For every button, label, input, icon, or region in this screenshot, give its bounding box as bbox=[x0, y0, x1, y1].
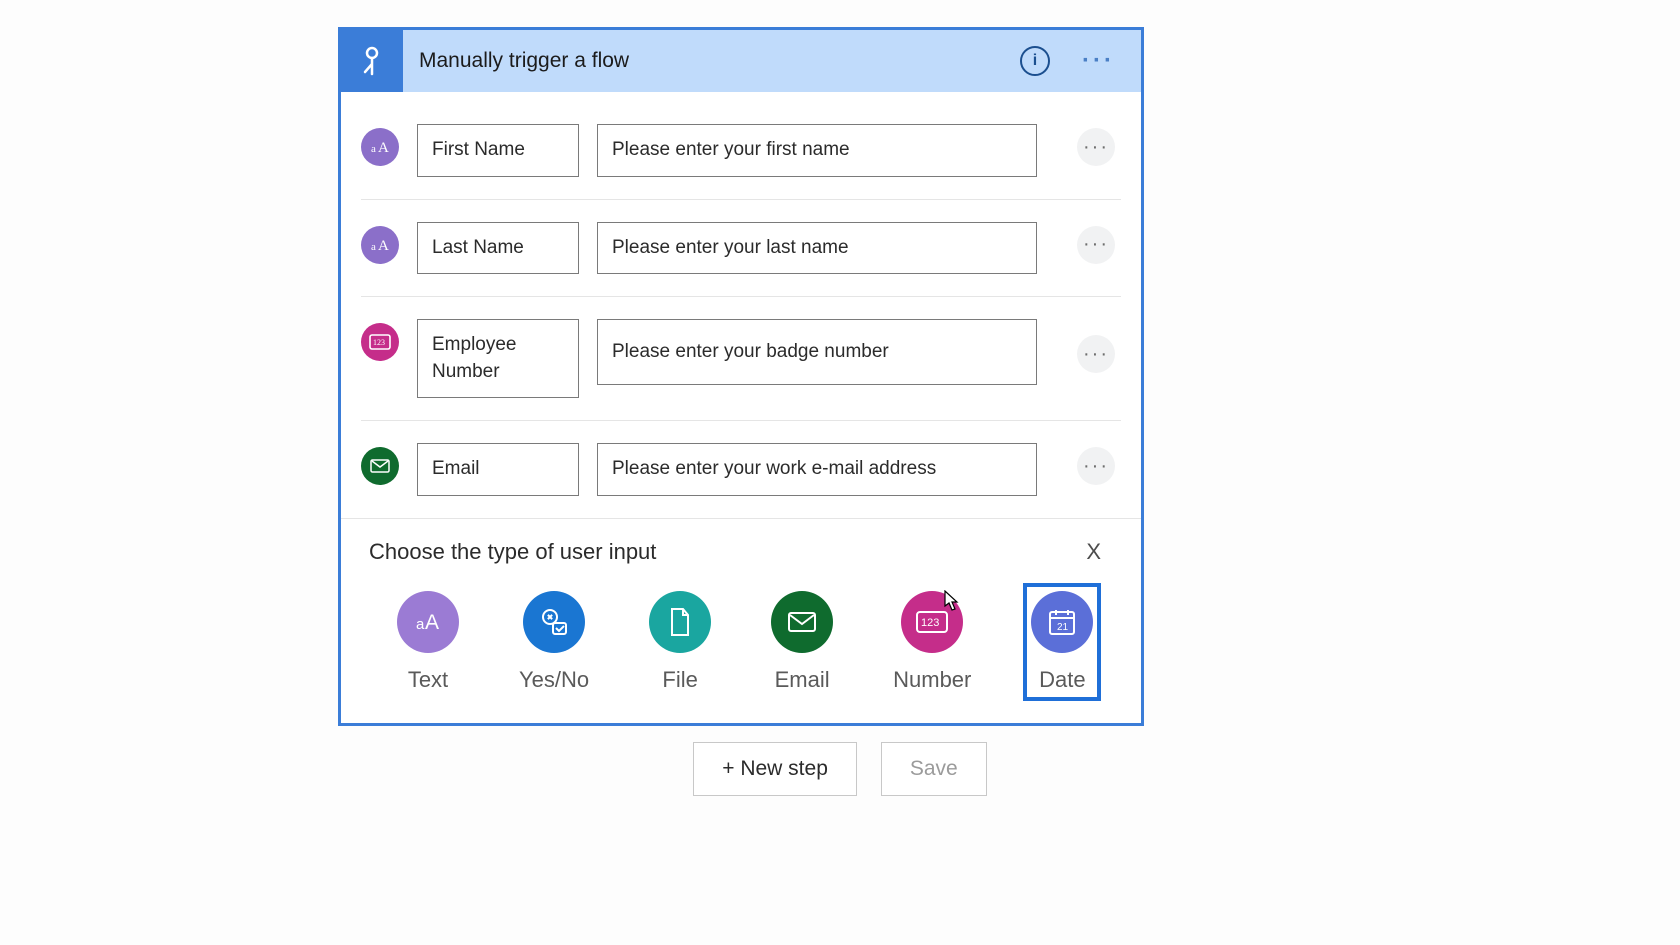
info-button[interactable]: i bbox=[1020, 46, 1050, 76]
picker-option-label: Yes/No bbox=[519, 667, 589, 693]
number-type-icon: 123 bbox=[361, 323, 399, 361]
input-row: aA ··· bbox=[361, 200, 1121, 298]
svg-text:123: 123 bbox=[373, 338, 385, 347]
new-step-button[interactable]: + New step bbox=[693, 742, 857, 796]
save-button[interactable]: Save bbox=[881, 742, 987, 796]
email-option-icon bbox=[771, 591, 833, 653]
yesno-option-icon bbox=[523, 591, 585, 653]
trigger-card: Manually trigger a flow i ··· aA ··· aA … bbox=[338, 27, 1144, 726]
email-type-icon bbox=[361, 447, 399, 485]
picker-option-label: File bbox=[662, 667, 697, 693]
picker-option-text[interactable]: aA Text bbox=[389, 583, 467, 701]
input-name-field[interactable] bbox=[417, 124, 579, 177]
picker-option-yesno[interactable]: Yes/No bbox=[511, 583, 597, 701]
input-more-button[interactable]: ··· bbox=[1077, 447, 1115, 485]
input-row: ··· bbox=[361, 421, 1121, 518]
input-row: aA ··· bbox=[361, 102, 1121, 200]
picker-option-label: Number bbox=[893, 667, 971, 693]
date-option-icon: 21 bbox=[1031, 591, 1093, 653]
text-type-icon: aA bbox=[361, 128, 399, 166]
trigger-header: Manually trigger a flow i ··· bbox=[341, 30, 1141, 92]
picker-option-date[interactable]: 21 Date bbox=[1023, 583, 1101, 701]
trigger-more-button[interactable]: ··· bbox=[1068, 47, 1129, 75]
svg-text:a: a bbox=[371, 143, 376, 155]
file-option-icon bbox=[649, 591, 711, 653]
input-placeholder-field[interactable] bbox=[597, 443, 1037, 496]
picker-close-button[interactable]: X bbox=[1074, 535, 1113, 569]
input-name-field[interactable] bbox=[417, 443, 579, 496]
picker-title: Choose the type of user input bbox=[369, 539, 656, 565]
inputs-list: aA ··· aA ··· 123 Employee Number ··· bbox=[341, 92, 1141, 518]
text-option-icon: aA bbox=[397, 591, 459, 653]
svg-text:A: A bbox=[425, 611, 439, 634]
input-more-button[interactable]: ··· bbox=[1077, 128, 1115, 166]
svg-text:A: A bbox=[378, 238, 389, 254]
input-placeholder-field[interactable] bbox=[597, 222, 1037, 275]
input-row: 123 Employee Number ··· bbox=[361, 297, 1121, 421]
picker-option-file[interactable]: File bbox=[641, 583, 719, 701]
svg-text:a: a bbox=[416, 616, 425, 633]
svg-text:A: A bbox=[378, 140, 389, 156]
picker-option-number[interactable]: 123 Number bbox=[885, 583, 979, 701]
input-name-field[interactable] bbox=[417, 222, 579, 275]
input-more-button[interactable]: ··· bbox=[1077, 335, 1115, 373]
picker-option-email[interactable]: Email bbox=[763, 583, 841, 701]
svg-text:21: 21 bbox=[1057, 622, 1069, 633]
input-placeholder-field[interactable] bbox=[597, 319, 1037, 385]
input-type-picker: Choose the type of user input X aA Text … bbox=[341, 518, 1141, 723]
svg-text:a: a bbox=[371, 241, 376, 253]
picker-option-label: Email bbox=[775, 667, 830, 693]
svg-text:123: 123 bbox=[921, 617, 939, 629]
trigger-icon bbox=[341, 30, 403, 92]
picker-option-label: Text bbox=[408, 667, 448, 693]
picker-option-label: Date bbox=[1039, 667, 1085, 693]
text-type-icon: aA bbox=[361, 226, 399, 264]
input-name-field[interactable]: Employee Number bbox=[417, 319, 579, 398]
footer-actions: + New step Save bbox=[0, 742, 1680, 796]
input-more-button[interactable]: ··· bbox=[1077, 226, 1115, 264]
trigger-title: Manually trigger a flow bbox=[403, 49, 1020, 73]
input-placeholder-field[interactable] bbox=[597, 124, 1037, 177]
number-option-icon: 123 bbox=[901, 591, 963, 653]
